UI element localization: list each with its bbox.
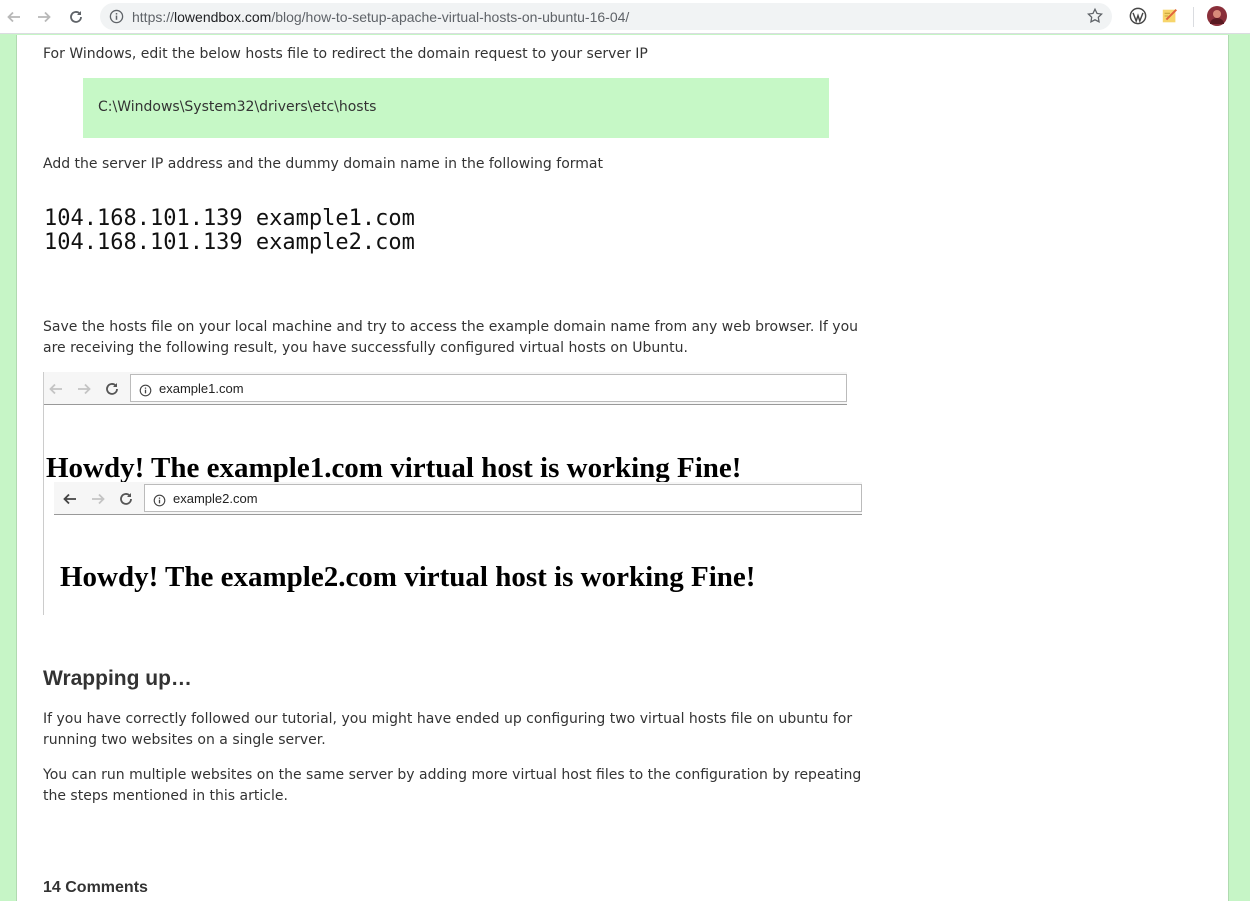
- address-url[interactable]: https://lowendbox.com/blog/how-to-setup-…: [132, 9, 629, 25]
- mini-info-icon: [153, 492, 166, 511]
- mini-url-1: example1.com: [159, 381, 244, 396]
- result-screenshot: example1.com Howdy! The example1.com vir…: [43, 372, 863, 615]
- mini-back-icon: [60, 489, 80, 509]
- mini-address-bar-2: example2.com: [144, 484, 862, 512]
- wrapping-paragraph-1: If you have correctly followed our tutor…: [43, 711, 853, 748]
- mini-reload-icon: [102, 379, 122, 399]
- mini-address-bar-1: example1.com: [130, 374, 847, 402]
- article-page: For Windows, edit the below hosts file t…: [16, 35, 1229, 901]
- info-icon[interactable]: [109, 9, 124, 28]
- address-bar[interactable]: https://lowendbox.com/blog/how-to-setup-…: [100, 3, 1112, 30]
- mini-back-icon: [46, 379, 66, 399]
- profile-avatar[interactable]: [1206, 5, 1228, 27]
- mini-forward-icon: [88, 489, 108, 509]
- comments-heading: 14 Comments: [43, 879, 148, 896]
- mini-forward-icon: [74, 379, 94, 399]
- notes-extension-icon[interactable]: [1159, 5, 1181, 27]
- hosts-entries: 104.168.101.139 example1.com 104.168.101.…: [44, 207, 415, 255]
- url-path: /blog/how-to-setup-apache-virtual-hosts-…: [271, 9, 630, 25]
- site2-heading: Howdy! The example2.com virtual host is …: [60, 561, 756, 593]
- site1-heading: Howdy! The example1.com virtual host is …: [46, 452, 742, 484]
- hosts-path-code-block: C:\Windows\System32\drivers\etc\hosts: [83, 78, 829, 138]
- reload-icon[interactable]: [64, 5, 88, 29]
- toolbar-separator: [1193, 7, 1194, 27]
- forward-icon[interactable]: [32, 5, 56, 29]
- mini-info-icon: [139, 382, 152, 401]
- mini-url-2: example2.com: [173, 491, 258, 506]
- hosts-path-text: C:\Windows\System32\drivers\etc\hosts: [98, 99, 377, 115]
- save-paragraph: Save the hosts file on your local machin…: [43, 319, 859, 356]
- hosts-line: 104.168.101.139 example1.com: [44, 206, 415, 231]
- mini-browser-bar-2: example2.com: [54, 482, 862, 515]
- star-icon[interactable]: [1086, 7, 1104, 29]
- wordpress-icon[interactable]: [1127, 5, 1149, 27]
- wrapping-paragraph-2: You can run multiple websites on the sam…: [43, 767, 862, 804]
- browser-toolbar: https://lowendbox.com/blog/how-to-setup-…: [0, 0, 1250, 34]
- back-icon[interactable]: [2, 5, 26, 29]
- hosts-line: 104.168.101.139 example2.com: [44, 230, 415, 255]
- wrapping-up-heading: Wrapping up…: [43, 667, 192, 690]
- url-prefix: https://: [132, 9, 175, 25]
- mini-reload-icon: [116, 489, 136, 509]
- format-intro-text: Add the server IP address and the dummy …: [43, 156, 603, 172]
- url-host: lowendbox.com: [174, 9, 272, 25]
- mini-browser-bar-1: example1.com: [44, 372, 847, 405]
- windows-intro-text: For Windows, edit the below hosts file t…: [43, 46, 648, 62]
